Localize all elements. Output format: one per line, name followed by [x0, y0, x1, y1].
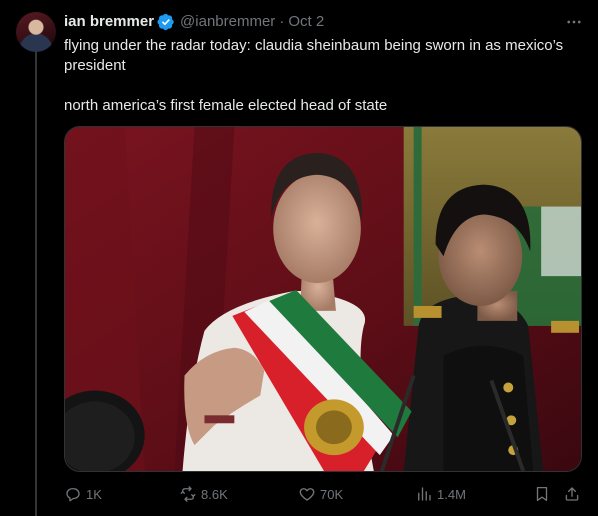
- tweet-actions: 1K 8.6K 70K 1.4M: [64, 480, 584, 508]
- verified-badge-icon[interactable]: [157, 13, 175, 31]
- avatar[interactable]: [16, 12, 56, 52]
- author-handle[interactable]: @ianbremmer: [180, 12, 275, 32]
- tweet-text-line: flying under the radar today: claudia sh…: [64, 37, 564, 74]
- photo-illustration: [65, 127, 581, 471]
- tweet-photo[interactable]: [64, 126, 582, 472]
- reply-icon: [66, 488, 80, 502]
- like-count: 70K: [320, 486, 344, 502]
- views-button[interactable]: 1.4M: [415, 480, 466, 508]
- separator-dot: ·: [279, 13, 285, 30]
- share-button[interactable]: [563, 480, 581, 508]
- views-chart-icon: [418, 487, 431, 501]
- tweet-text-line: north america’s first female elected hea…: [64, 97, 388, 114]
- tweet-text: flying under the radar today: claudia sh…: [64, 36, 579, 116]
- tweet-date[interactable]: Oct 2: [288, 12, 324, 32]
- reply-button[interactable]: 1K: [64, 480, 102, 508]
- reply-count: 1K: [86, 486, 102, 502]
- heart-icon: [299, 488, 315, 501]
- retweet-count: 8.6K: [201, 486, 228, 502]
- tweet-header: ian bremmer @ianbremmer · Oct 2: [64, 12, 586, 32]
- retweet-icon: [180, 486, 196, 502]
- bookmark-icon: [536, 486, 548, 502]
- more-horizontal-icon[interactable]: [562, 10, 586, 34]
- retweet-button[interactable]: 8.6K: [179, 480, 228, 508]
- like-button[interactable]: 70K: [298, 480, 343, 508]
- bookmark-button[interactable]: [533, 480, 551, 508]
- view-count: 1.4M: [437, 486, 466, 502]
- author-name[interactable]: ian bremmer: [64, 12, 154, 32]
- share-icon: [565, 487, 579, 501]
- thread-line: [35, 52, 37, 516]
